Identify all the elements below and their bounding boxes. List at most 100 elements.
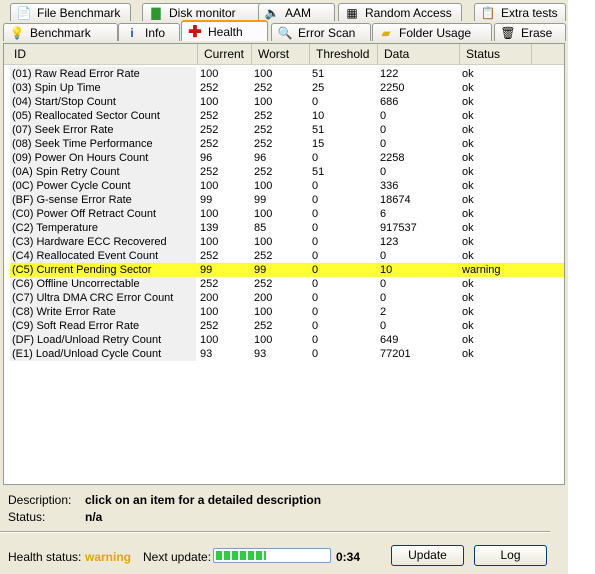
tab-label: Folder Usage xyxy=(399,25,472,40)
cell-status: ok xyxy=(462,348,474,360)
cell-id: (0C) Power Cycle Count xyxy=(10,179,196,193)
cell-threshold: 15 xyxy=(312,138,325,150)
col-header-current[interactable]: Current xyxy=(198,44,252,64)
cell-worst: 100 xyxy=(254,180,273,192)
table-row[interactable]: (C0) Power Off Retract Count 100 100 0 6 ok xyxy=(10,207,564,221)
table-row[interactable]: (C9) Soft Read Error Rate 252 252 0 0 ok xyxy=(10,319,564,333)
cell-worst: 252 xyxy=(254,320,273,332)
cell-worst: 100 xyxy=(254,236,273,248)
cell-current: 252 xyxy=(200,138,219,150)
cell-current: 100 xyxy=(200,334,219,346)
cell-data: 122 xyxy=(380,68,399,80)
table-row[interactable]: (BF) G-sense Error Rate 99 99 0 18674 ok xyxy=(10,193,564,207)
table-row[interactable]: (DF) Load/Unload Retry Count 100 100 0 649 ok xyxy=(10,333,564,347)
table-row[interactable]: (E1) Load/Unload Cycle Count 93 93 0 77201 ok xyxy=(10,347,564,361)
file-benchmark-icon: 📄 xyxy=(16,5,32,20)
table-row[interactable]: (05) Reallocated Sector Count 252 252 10 0 ok xyxy=(10,109,564,123)
tab-extra-tests[interactable]: 📋 Extra tests xyxy=(474,3,566,21)
cell-status: ok xyxy=(462,152,474,164)
tab-aam[interactable]: 🔈 AAM xyxy=(258,3,335,21)
col-header-threshold[interactable]: Threshold xyxy=(310,44,378,64)
col-header-worst[interactable]: Worst xyxy=(252,44,310,64)
table-row[interactable]: (01) Raw Read Error Rate 100 100 51 122 ok xyxy=(10,67,564,81)
cell-data: 2 xyxy=(380,306,387,318)
cell-id: (C9) Soft Read Error Rate xyxy=(10,319,196,333)
disk-monitor-icon: ▇ xyxy=(151,5,161,20)
table-row[interactable]: (09) Power On Hours Count 96 96 0 2258 ok xyxy=(10,151,564,165)
cell-threshold: 0 xyxy=(312,348,319,360)
table-row[interactable]: (03) Spin Up Time 252 252 25 2250 ok xyxy=(10,81,564,95)
tab-benchmark[interactable]: 💡 Benchmark xyxy=(3,23,118,41)
table-row[interactable]: (07) Seek Error Rate 252 252 51 0 ok xyxy=(10,123,564,137)
tab-disk-monitor[interactable]: ▇ Disk monitor xyxy=(142,3,266,21)
cell-threshold: 0 xyxy=(312,250,319,262)
table-row[interactable]: (C6) Offline Uncorrectable 252 252 0 0 ok xyxy=(10,277,564,291)
cell-data: 917537 xyxy=(380,222,417,234)
cell-worst: 252 xyxy=(254,250,273,262)
table-row[interactable]: (0C) Power Cycle Count 100 100 0 336 ok xyxy=(10,179,564,193)
cell-threshold: 0 xyxy=(312,96,319,108)
tab-erase[interactable]: 🗑 Erase xyxy=(494,23,566,41)
cell-threshold: 51 xyxy=(312,68,325,80)
cell-worst: 100 xyxy=(254,306,273,318)
cell-current: 252 xyxy=(200,250,219,262)
cell-status: ok xyxy=(462,96,474,108)
cell-current: 252 xyxy=(200,124,219,136)
cell-status: ok xyxy=(462,292,474,304)
cell-threshold: 0 xyxy=(312,306,319,318)
cell-threshold: 0 xyxy=(312,264,319,276)
cell-id: (C0) Power Off Retract Count xyxy=(10,207,196,221)
cell-data: 0 xyxy=(380,124,387,136)
cell-threshold: 0 xyxy=(312,194,319,206)
log-button[interactable]: Log xyxy=(474,545,547,566)
cell-threshold: 0 xyxy=(312,208,319,220)
table-row[interactable]: (C7) Ultra DMA CRC Error Count 200 200 0 0 ok xyxy=(10,291,564,305)
table-row[interactable]: (04) Start/Stop Count 100 100 0 686 ok xyxy=(10,95,564,109)
tab-file-benchmark[interactable]: 📄 File Benchmark xyxy=(10,3,131,21)
description-value: click on an item for a detailed descript… xyxy=(85,493,322,507)
tab-folder-usage[interactable]: ▰ Folder Usage xyxy=(372,23,492,41)
cell-id: (0A) Spin Retry Count xyxy=(10,165,196,179)
app-window: 📄 File Benchmark ▇ Disk monitor 🔈 AAM ▦ Rand… xyxy=(0,0,568,574)
cell-data: 649 xyxy=(380,334,399,346)
cell-status: ok xyxy=(462,180,474,192)
extra-tests-icon: 📋 xyxy=(480,5,496,20)
tab-row-top: 📄 File Benchmark ▇ Disk monitor 🔈 AAM ▦ Rand… xyxy=(0,3,568,23)
cell-current: 100 xyxy=(200,68,219,80)
cell-worst: 252 xyxy=(254,166,273,178)
cell-threshold: 51 xyxy=(312,166,325,178)
cell-threshold: 0 xyxy=(312,292,319,304)
table-row[interactable]: (C5) Current Pending Sector 99 99 0 10 warnin… xyxy=(10,263,564,277)
cell-id: (DF) Load/Unload Retry Count xyxy=(10,333,196,347)
health-cross-icon: ✚ xyxy=(188,23,202,41)
table-row[interactable]: (C3) Hardware ECC Recovered 100 100 0 123 ok xyxy=(10,235,564,249)
table-row[interactable]: (08) Seek Time Performance 252 252 15 0 ok xyxy=(10,137,564,151)
cell-id: (C2) Temperature xyxy=(10,221,196,235)
table-row[interactable]: (C8) Write Error Rate 100 100 0 2 ok xyxy=(10,305,564,319)
tab-random-access[interactable]: ▦ Random Access xyxy=(338,3,462,21)
folder-icon: ▰ xyxy=(381,25,391,40)
col-header-data[interactable]: Data xyxy=(378,44,460,64)
cell-worst: 99 xyxy=(254,264,267,276)
cell-status: ok xyxy=(462,306,474,318)
update-button[interactable]: Update xyxy=(391,545,464,566)
table-row[interactable]: (0A) Spin Retry Count 252 252 51 0 ok xyxy=(10,165,564,179)
cell-status: warning xyxy=(462,264,501,276)
tab-label: Error Scan xyxy=(298,25,356,40)
tab-info[interactable]: i Info xyxy=(118,23,180,41)
tab-row-bottom: 💡 Benchmark i Info ✚ Health 🔍 Error Scan ▰ Fo… xyxy=(0,20,568,43)
description-label: Description: xyxy=(8,493,72,507)
table-row[interactable]: (C4) Reallocated Event Count 252 252 0 0 ok xyxy=(10,249,564,263)
tab-error-scan[interactable]: 🔍 Error Scan xyxy=(271,23,371,41)
tab-health[interactable]: ✚ Health xyxy=(181,20,268,41)
health-status-value: warning xyxy=(85,550,132,564)
cell-current: 100 xyxy=(200,180,219,192)
cell-current: 252 xyxy=(200,278,219,290)
cell-current: 252 xyxy=(200,166,219,178)
col-header-id[interactable]: ID xyxy=(4,44,198,64)
table-row[interactable]: (C2) Temperature 139 85 0 917537 ok xyxy=(10,221,564,235)
cell-status: ok xyxy=(462,68,474,80)
cell-status: ok xyxy=(462,166,474,178)
col-header-status[interactable]: Status xyxy=(460,44,532,64)
cell-id: (C4) Reallocated Event Count xyxy=(10,249,196,263)
